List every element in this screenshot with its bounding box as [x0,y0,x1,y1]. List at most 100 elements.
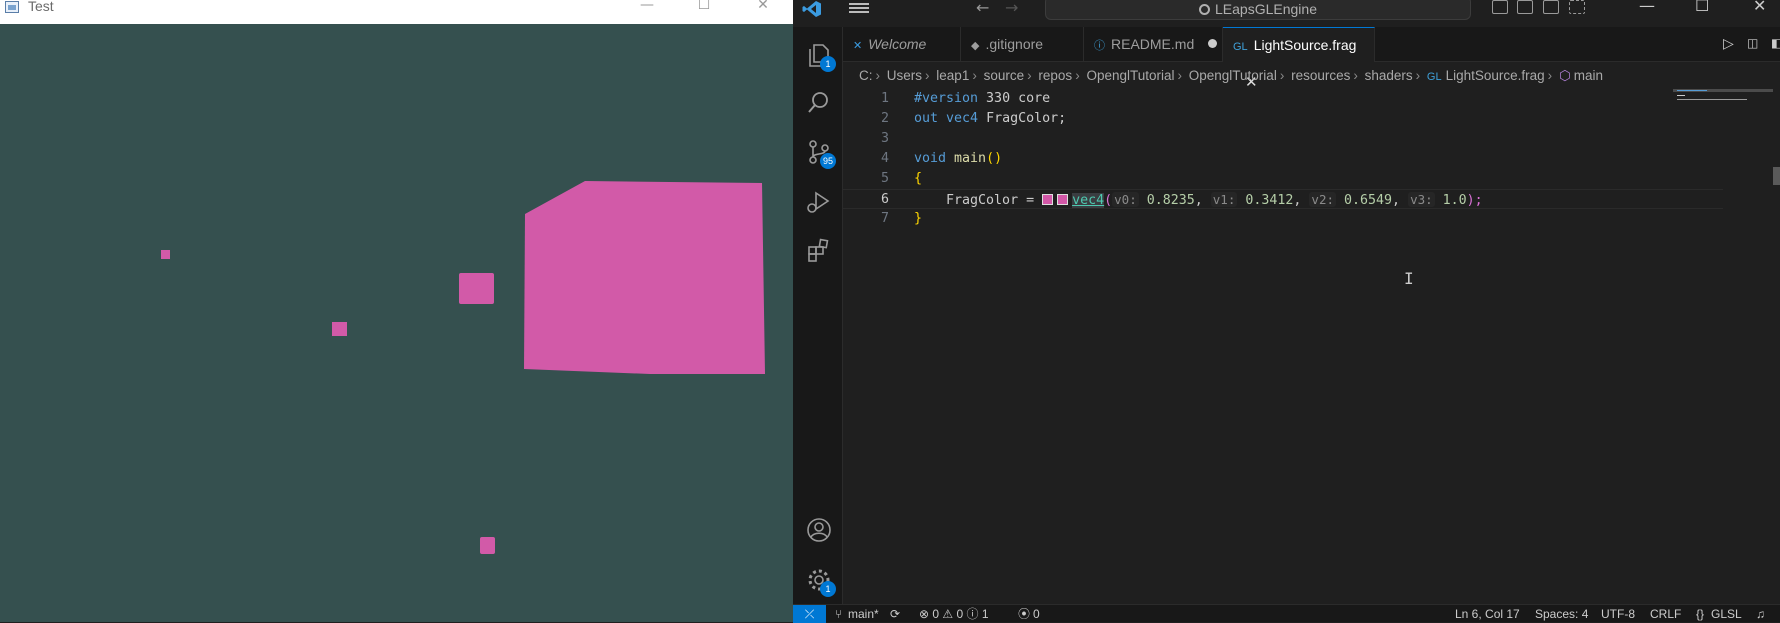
braces-icon: {} [1696,607,1705,621]
toggle-secondary-sidebar-icon[interactable] [1543,0,1559,14]
color-swatch[interactable] [1042,194,1054,205]
code-line: 1 #version 330 core [843,89,1723,109]
diamond-icon: ◆ [971,40,980,52]
breadcrumb-file[interactable]: LightSource.frag [1446,68,1545,83]
toggle-panel-icon[interactable] [1517,0,1533,14]
run-icon[interactable]: ▷ [1723,36,1734,52]
breadcrumb-item[interactable]: OpenglTutorial [1189,68,1277,83]
command-center-search[interactable]: LEapsGLEngine [1045,0,1471,20]
source-control-icon[interactable]: 95 [806,139,836,169]
forward-arrow-icon[interactable]: → [1005,0,1018,17]
broadcast-icon: ⦿ [1018,607,1031,621]
code-line: 5 { [843,169,1723,189]
glsl-icon: GL [1233,41,1248,53]
test-window: Test — ☐ ✕ [0,0,793,622]
vscode-maximize-button[interactable]: ☐ [1695,0,1709,15]
unsaved-dot-icon[interactable] [1208,39,1218,48]
tab-lightsource-frag[interactable]: GL LightSource.frag✕ [1223,27,1375,91]
vscode-titlebar: ← → LEapsGLEngine — ☐ ✕ [793,0,1780,27]
code-line: 2 out vec4 FragColor; [843,109,1723,129]
cursor-position[interactable]: Ln 6, Col 17 [1455,605,1520,623]
breadcrumb-item[interactable]: leap1 [936,68,969,83]
workspace-name: LEapsGLEngine [1215,1,1317,17]
breadcrumb-item[interactable]: shaders [1365,68,1413,83]
selected-token: vec4 [1072,193,1105,208]
vscode-minimize-button[interactable]: — [1639,0,1655,15]
extensions-icon[interactable] [806,238,832,264]
manage-gear-icon[interactable]: 1 [806,567,836,597]
window-title: Test [28,0,54,14]
search-icon [1199,4,1211,15]
line-number: 1 [880,91,889,106]
line-number: 4 [880,151,889,166]
explorer-icon[interactable]: 1 [806,42,836,72]
info-icon: ⓘ [1094,40,1105,52]
vscode-window: ← → LEapsGLEngine — ☐ ✕ 1 95 1 ✕ Welcome… [793,0,1780,623]
language-mode[interactable]: GLSL [1711,605,1742,623]
indentation[interactable]: Spaces: 4 [1535,605,1588,623]
accounts-icon[interactable] [806,517,832,543]
tab-welcome[interactable]: ✕ Welcome [843,27,961,62]
code-line: 3 [843,129,1723,149]
vscode-close-button[interactable]: ✕ [1753,0,1766,15]
inlay-hint: v0: [1112,192,1139,207]
open-changes-icon[interactable]: ◫ [1747,36,1758,50]
line-number: 6 [880,192,889,207]
breadcrumb-item[interactable]: OpenglTutorial [1086,68,1174,83]
vscode-icon: ✕ [853,40,863,52]
color-swatch[interactable] [1057,194,1069,205]
breadcrumb-item[interactable]: resources [1291,68,1350,83]
status-bar: ⤫ ⑂ main* ⟳ ⊗ 0 ⚠ 0 ⓘ 1 ⦿ 0 Ln 6, Col 17… [793,604,1780,623]
search-icon[interactable] [806,90,832,116]
inlay-hint: v2: [1309,192,1336,207]
line-number: 3 [880,131,889,146]
sync-icon[interactable]: ⟳ [890,605,900,623]
breadcrumb: C: › Users › leap1 › source › repos › OpenglT… [859,68,1603,83]
source-control-badge: 95 [819,153,836,169]
maximize-button[interactable]: ☐ [681,0,727,17]
code-line: 7 } [843,209,1723,229]
breadcrumb-item[interactable]: repos [1038,68,1072,83]
run-debug-icon[interactable] [806,189,832,215]
toggle-primary-sidebar-icon[interactable] [1492,0,1508,14]
line-ending[interactable]: CRLF [1650,605,1681,623]
menu-icon[interactable] [849,1,869,15]
remote-indicator-icon[interactable]: ⤫ [793,605,826,623]
inlay-hint: v1: [1210,192,1238,207]
minimap[interactable] [1673,89,1773,119]
breadcrumb-item[interactable]: source [984,68,1025,83]
encoding[interactable]: UTF-8 [1601,605,1635,623]
breadcrumb-item[interactable]: C: [859,68,873,83]
inlay-hint: v3: [1408,192,1435,207]
light-cube-mid [459,273,494,304]
light-cube-large [524,181,765,374]
glsl-icon: GL [1426,71,1442,83]
light-cube-far [161,250,170,259]
close-button[interactable]: ✕ [740,0,786,17]
text-cursor-icon: I [1404,269,1414,288]
line-number: 5 [880,171,889,186]
line-number: 7 [880,211,889,226]
customize-layout-icon[interactable] [1569,0,1585,14]
editor-tabs: ✕ Welcome ◆ .gitignore ⓘ README.md GL LightS… [843,27,1780,91]
light-cube-small [332,322,347,336]
tab-readme[interactable]: ⓘ README.md [1084,27,1223,62]
line-number: 2 [880,111,889,126]
branch-icon: ⑂ [835,607,843,621]
notifications-bell-icon[interactable]: ♫ [1756,605,1765,623]
preprocessor-directive: #version [914,91,979,106]
git-branch[interactable]: main* [848,605,879,623]
vscode-logo-icon [802,0,824,18]
breadcrumb-item[interactable]: Users [887,68,922,83]
problems-indicator[interactable]: ⊗ 0 ⚠ 0 ⓘ 1 [919,605,989,623]
breadcrumb-symbol[interactable]: main [1574,68,1603,83]
ports-count[interactable]: 0 [1033,605,1040,623]
vertical-scrollbar[interactable] [1773,89,1780,604]
tab-gitignore[interactable]: ◆ .gitignore [961,27,1084,62]
back-arrow-icon[interactable]: ← [976,0,989,17]
code-line-current: 6 FragColor = vec4(v0: 0.8235, v1: 0.341… [843,189,1723,209]
split-editor-icon[interactable]: ◧ [1771,36,1780,50]
code-line: 4 void main() [843,149,1723,169]
minimize-button[interactable]: — [624,0,670,17]
code-editor[interactable]: 1 #version 330 core 2 out vec4 FragColor… [843,89,1723,604]
